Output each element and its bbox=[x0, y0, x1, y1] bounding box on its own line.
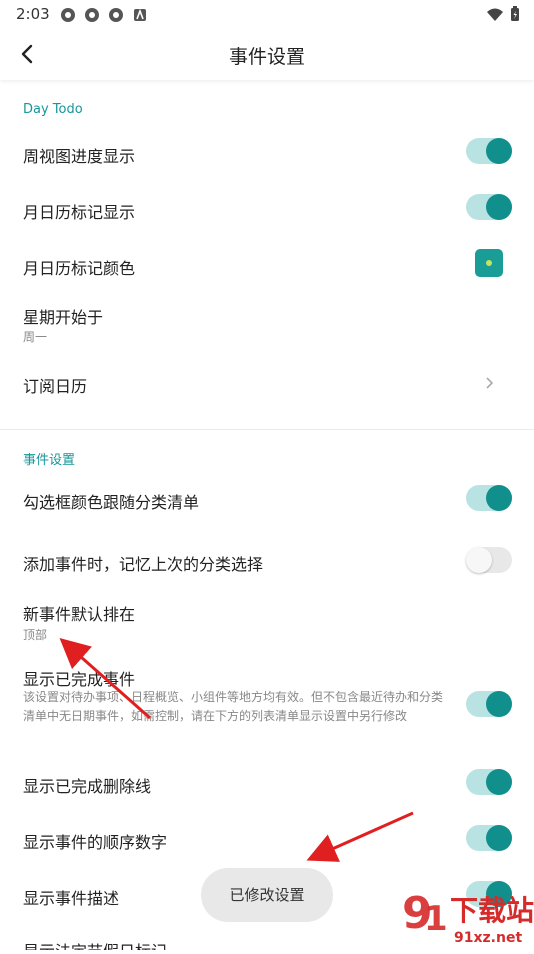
wifi-icon bbox=[486, 7, 504, 26]
section-divider bbox=[0, 429, 534, 430]
setting-value: 周一 bbox=[23, 330, 48, 344]
setting-label: 显示事件的顺序数字 bbox=[23, 833, 168, 852]
setting-row-order-number[interactable]: 显示事件的顺序数字 bbox=[0, 811, 534, 867]
week-progress-toggle[interactable] bbox=[466, 138, 512, 164]
setting-value: 顶部 bbox=[23, 628, 48, 642]
setting-label: 显示已完成删除线 bbox=[23, 777, 152, 796]
setting-row-new-event-position[interactable]: 新事件默认排在 顶部 bbox=[0, 592, 534, 652]
section-header-event-settings: 事件设置 bbox=[23, 453, 76, 468]
setting-row-marker-color[interactable]: 月日历标记颜色 bbox=[0, 237, 534, 293]
a-notification-icon bbox=[132, 7, 148, 23]
battery-icon bbox=[510, 6, 520, 26]
notification-icons bbox=[60, 7, 148, 23]
watermark-logo: 9 1 下载站 91xz.net bbox=[394, 880, 534, 950]
setting-row-month-marker[interactable]: 月日历标记显示 bbox=[0, 181, 534, 237]
setting-label: 新事件默认排在 bbox=[23, 605, 136, 624]
setting-row-show-completed[interactable]: 显示已完成事件 该设置对待办事项、日程概览、小组件等地方均有效。但不包含最近待办… bbox=[0, 656, 534, 752]
strikethrough-toggle[interactable] bbox=[466, 769, 512, 795]
status-bar: 2:03 bbox=[0, 0, 534, 28]
watermark-url: 91xz.net bbox=[454, 930, 522, 946]
month-marker-toggle[interactable] bbox=[466, 194, 512, 220]
order-number-toggle[interactable] bbox=[466, 825, 512, 851]
setting-row-strikethrough[interactable]: 显示已完成删除线 bbox=[0, 755, 534, 811]
setting-row-checkbox-color[interactable]: 勾选框颜色跟随分类清单 bbox=[0, 471, 534, 527]
setting-row-subscribe-calendar[interactable]: 订阅日历 bbox=[0, 355, 534, 411]
chevron-right-icon bbox=[484, 375, 496, 391]
setting-label: 勾选框颜色跟随分类清单 bbox=[23, 493, 200, 512]
setting-label: 星期开始于 bbox=[23, 308, 104, 327]
show-completed-toggle[interactable] bbox=[466, 691, 512, 717]
app-notification-icon bbox=[84, 7, 100, 23]
setting-description: 该设置对待办事项、日程概览、小组件等地方均有效。但不包含最近待办和分类清单中无日… bbox=[23, 690, 444, 723]
page-title: 事件设置 bbox=[228, 46, 305, 68]
system-status-icons bbox=[486, 6, 520, 26]
setting-row-week-progress[interactable]: 周视图进度显示 bbox=[0, 125, 534, 181]
setting-row-week-start[interactable]: 星期开始于 周一 bbox=[0, 293, 534, 353]
setting-label: 显示法定节假日标记 bbox=[23, 938, 167, 950]
setting-row-remember-category[interactable]: 添加事件时，记忆上次的分类选择 bbox=[0, 533, 534, 589]
setting-label: 显示已完成事件 bbox=[23, 670, 136, 689]
app-notification-icon bbox=[60, 7, 76, 23]
setting-label: 添加事件时，记忆上次的分类选择 bbox=[23, 555, 264, 574]
app-bar: 事件设置 bbox=[0, 28, 534, 80]
toast-message: 已修改设置 bbox=[201, 868, 333, 922]
setting-label: 月日历标记显示 bbox=[23, 203, 136, 222]
svg-text:1: 1 bbox=[424, 899, 448, 939]
setting-label: 月日历标记颜色 bbox=[23, 259, 136, 278]
app-notification-icon bbox=[108, 7, 124, 23]
setting-label: 显示事件描述 bbox=[23, 889, 120, 908]
watermark-text: 下载站 bbox=[450, 894, 534, 927]
status-time: 2:03 bbox=[16, 5, 50, 23]
checkbox-color-toggle[interactable] bbox=[466, 485, 512, 511]
setting-label: 周视图进度显示 bbox=[23, 147, 136, 166]
section-header-day-todo: Day Todo bbox=[23, 102, 83, 117]
marker-color-swatch[interactable] bbox=[475, 249, 503, 277]
remember-category-toggle[interactable] bbox=[466, 547, 512, 573]
setting-label: 订阅日历 bbox=[23, 377, 88, 396]
